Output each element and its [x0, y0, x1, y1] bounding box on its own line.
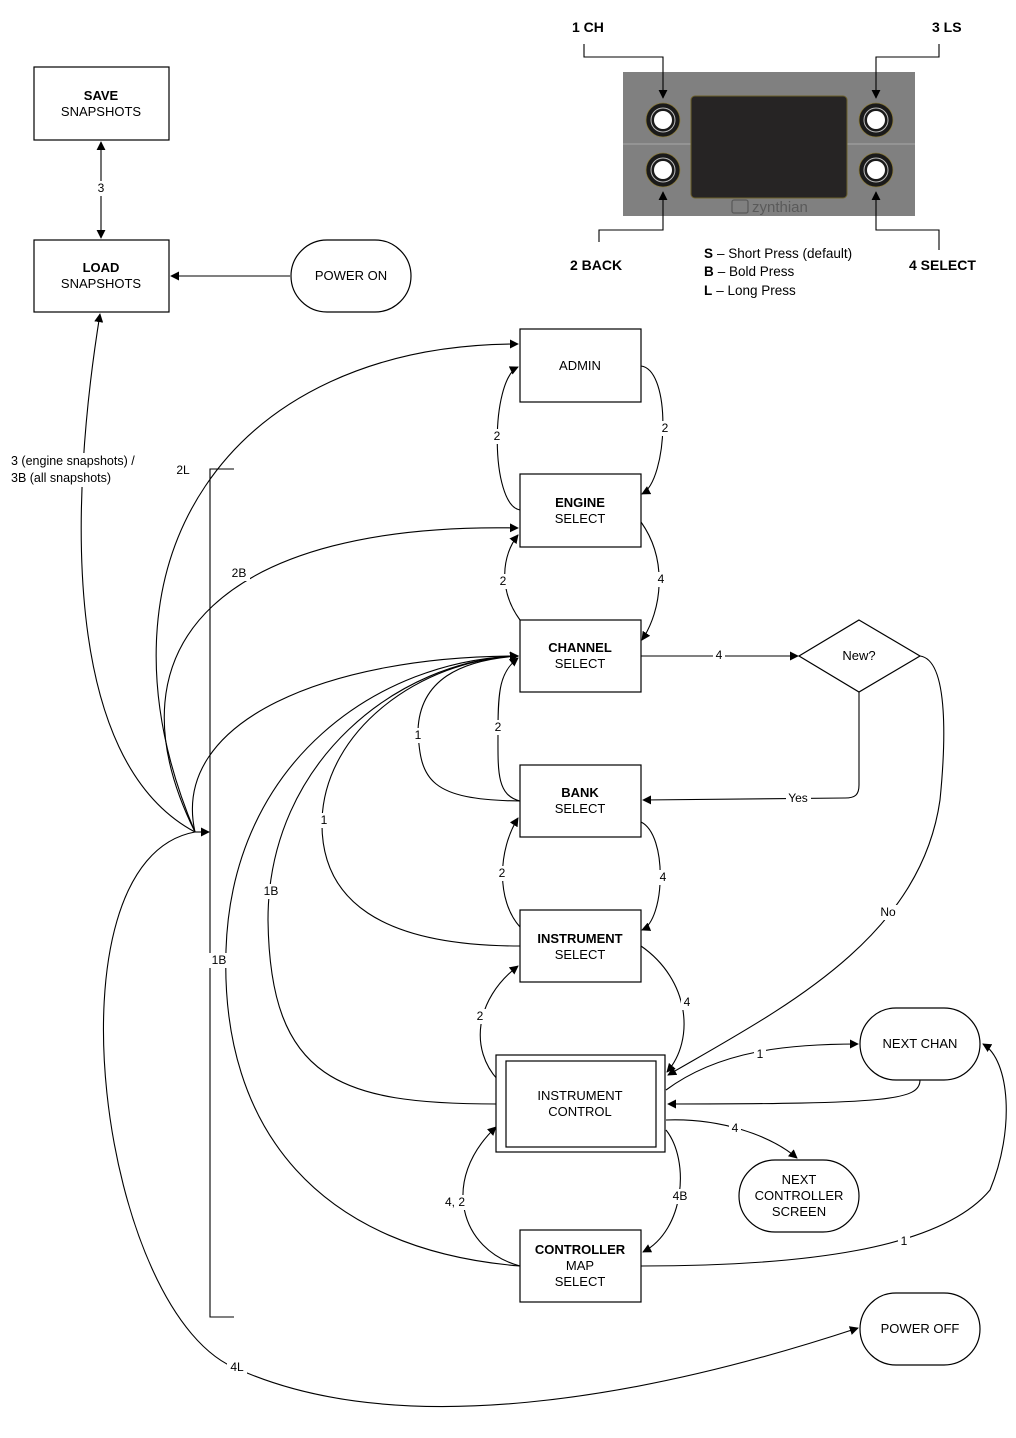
- edge-nextchan-ic: [667, 1079, 921, 1109]
- edge-label: 1: [901, 1234, 908, 1248]
- edge-new-bank: [642, 692, 860, 805]
- svg-text:CONTROLLER: CONTROLLER: [535, 1242, 626, 1257]
- edge-label: 4, 2: [445, 1195, 465, 1209]
- edge-label: 2: [499, 866, 506, 880]
- svg-text:SELECT: SELECT: [555, 801, 606, 816]
- device-screen: [690, 95, 848, 199]
- node-admin[interactable]: ADMIN: [519, 328, 642, 403]
- legend-item: L – Long Press: [704, 283, 796, 298]
- edge-hub-channel: [192, 651, 519, 833]
- node-next-controller-screen[interactable]: NEXT CONTROLLER SCREEN: [738, 1159, 860, 1233]
- node-instrument-select[interactable]: INSTRUMENT SELECT: [519, 909, 642, 983]
- button-label-ls: 3 LS: [932, 19, 962, 35]
- edge-label: 2: [500, 574, 507, 588]
- svg-text:CONTROLLER: CONTROLLER: [755, 1188, 844, 1203]
- node-save-snapshots[interactable]: SAVE SNAPSHOTS: [33, 66, 170, 141]
- edge-label: 3: [98, 181, 105, 195]
- edge-hub-engine: [163, 523, 519, 833]
- node-engine-select[interactable]: ENGINE SELECT: [519, 473, 642, 548]
- svg-text:NEXT: NEXT: [782, 1172, 817, 1187]
- edge-label: 2B: [232, 566, 247, 580]
- edge-label: 1: [321, 813, 328, 827]
- svg-text:MAP: MAP: [566, 1258, 594, 1273]
- edge-label: 1: [757, 1047, 764, 1061]
- node-power-off[interactable]: POWER OFF: [859, 1292, 981, 1366]
- svg-text:SELECT: SELECT: [555, 656, 606, 671]
- legend-item: S – Short Press (default): [704, 246, 852, 261]
- svg-text:LOAD: LOAD: [83, 260, 120, 275]
- edge-hub-poweroff: [103, 831, 859, 1407]
- svg-text:SELECT: SELECT: [555, 511, 606, 526]
- edge-label: 4L: [230, 1360, 244, 1374]
- button-label-back: 2 BACK: [570, 257, 622, 273]
- edge-label: 1B: [264, 884, 279, 898]
- button-label-select: 4 SELECT: [909, 257, 976, 273]
- edge-bank-channel-1: [417, 652, 521, 802]
- edge-label: 4: [716, 648, 723, 662]
- svg-text:NEXT CHAN: NEXT CHAN: [883, 1036, 958, 1051]
- svg-text:ENGINE: ENGINE: [555, 495, 605, 510]
- edge-label: 4: [658, 572, 665, 586]
- svg-text:INSTRUMENT: INSTRUMENT: [537, 931, 622, 946]
- knob-back[interactable]: [645, 152, 681, 188]
- svg-text:SELECT: SELECT: [555, 947, 606, 962]
- node-new-decision[interactable]: New?: [797, 619, 922, 693]
- edge-label: 2: [477, 1009, 484, 1023]
- svg-text:CHANNEL: CHANNEL: [548, 640, 612, 655]
- edge-inst-channel: [321, 651, 521, 947]
- knob-select[interactable]: [858, 152, 894, 188]
- svg-text:SNAPSHOTS: SNAPSHOTS: [61, 276, 142, 291]
- svg-text:ADMIN: ADMIN: [559, 358, 601, 373]
- edge-label: 3B (all snapshots): [11, 471, 111, 485]
- svg-text:New?: New?: [842, 648, 875, 663]
- edge-label: 1: [415, 728, 422, 742]
- edge-label: 4B: [673, 1189, 688, 1203]
- edge-hub-load: [80, 313, 196, 833]
- node-bank-select[interactable]: BANK SELECT: [519, 764, 642, 838]
- node-controller-map-select[interactable]: CONTROLLER MAP SELECT: [519, 1229, 642, 1303]
- edge-label: No: [880, 905, 896, 919]
- brand-text: zynthian: [752, 199, 808, 216]
- edge-label: 2L: [176, 463, 190, 477]
- press-legend: S – Short Press (default) B – Bold Press L…: [704, 246, 852, 298]
- edge-label: 4: [660, 870, 667, 884]
- edge-label: Yes: [788, 791, 808, 805]
- svg-text:SAVE: SAVE: [84, 88, 119, 103]
- edge-label: 4: [732, 1121, 739, 1135]
- node-power-on[interactable]: POWER ON: [290, 239, 412, 313]
- node-load-snapshots[interactable]: LOAD SNAPSHOTS: [33, 239, 170, 313]
- edge-label: 1B: [212, 953, 227, 967]
- button-label-ch: 1 CH: [572, 19, 604, 35]
- flow-diagram: zynthian 1 CH 2 BACK 3 LS 4 SELECT S – S…: [10, 19, 1007, 1407]
- svg-text:SELECT: SELECT: [555, 1274, 606, 1289]
- svg-text:INSTRUMENT: INSTRUMENT: [537, 1088, 622, 1103]
- knob-ch[interactable]: [645, 102, 681, 138]
- edge-inst-ic: [640, 945, 685, 1073]
- group-bracket: [209, 468, 234, 1318]
- edge-label: 2: [494, 429, 501, 443]
- legend-item: B – Bold Press: [704, 264, 795, 279]
- svg-text:CONTROL: CONTROL: [548, 1104, 612, 1119]
- edge-label: 3 (engine snapshots) /: [11, 454, 135, 468]
- edge-label: 2: [662, 421, 669, 435]
- node-instrument-control[interactable]: INSTRUMENT CONTROL: [495, 1054, 666, 1153]
- svg-text:POWER OFF: POWER OFF: [881, 1321, 960, 1336]
- zynthian-device: zynthian 1 CH 2 BACK 3 LS 4 SELECT: [570, 19, 976, 273]
- edge-label: 4: [684, 995, 691, 1009]
- knob-ls[interactable]: [858, 102, 894, 138]
- edge-label: 2: [495, 720, 502, 734]
- svg-text:SCREEN: SCREEN: [772, 1204, 826, 1219]
- svg-text:SNAPSHOTS: SNAPSHOTS: [61, 104, 142, 119]
- node-channel-select[interactable]: CHANNEL SELECT: [519, 619, 642, 693]
- svg-text:POWER ON: POWER ON: [315, 268, 387, 283]
- svg-text:BANK: BANK: [561, 785, 599, 800]
- node-next-chan[interactable]: NEXT CHAN: [859, 1007, 981, 1081]
